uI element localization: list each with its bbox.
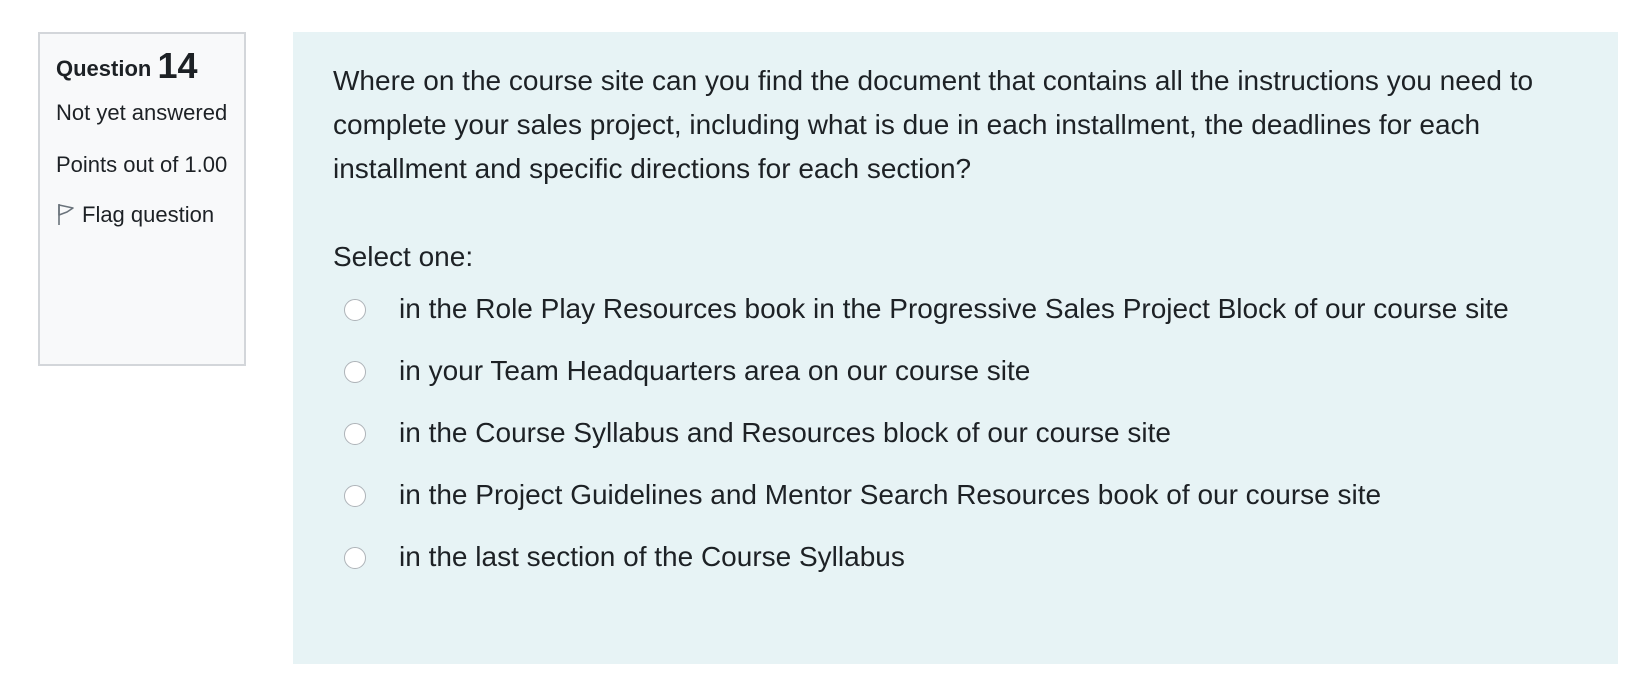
answer-options: in the Role Play Resources book in the P… bbox=[333, 287, 1578, 579]
answer-label[interactable]: in the Course Syllabus and Resources blo… bbox=[391, 411, 1578, 455]
question-number: Question 14 bbox=[56, 44, 228, 91]
radio-button[interactable] bbox=[344, 361, 366, 383]
question-number-value: 14 bbox=[157, 45, 198, 86]
radio-button[interactable] bbox=[344, 423, 366, 445]
answer-option[interactable]: in the Role Play Resources book in the P… bbox=[333, 287, 1578, 331]
question-label: Question bbox=[56, 56, 152, 81]
answer-label[interactable]: in the last section of the Course Syllab… bbox=[391, 535, 1578, 579]
question-content: Where on the course site can you find th… bbox=[293, 32, 1618, 664]
flag-question-label: Flag question bbox=[82, 202, 215, 227]
radio-button[interactable] bbox=[344, 299, 366, 321]
flag-icon bbox=[58, 204, 74, 225]
answer-label[interactable]: in the Role Play Resources book in the P… bbox=[391, 287, 1578, 331]
question-state: Not yet answered bbox=[56, 100, 228, 125]
question-text: Where on the course site can you find th… bbox=[333, 65, 1534, 184]
answer-option[interactable]: in the Course Syllabus and Resources blo… bbox=[333, 411, 1578, 455]
flag-question-button[interactable]: Flag question bbox=[56, 197, 228, 233]
question-info-panel: Question 14 Not yet answered Points out … bbox=[38, 32, 246, 366]
select-one-prompt: Select one: bbox=[333, 241, 474, 272]
answer-option[interactable]: in the last section of the Course Syllab… bbox=[333, 535, 1578, 579]
radio-button[interactable] bbox=[344, 547, 366, 569]
answer-label[interactable]: in the Project Guidelines and Mentor Sea… bbox=[391, 473, 1578, 517]
radio-button[interactable] bbox=[344, 485, 366, 507]
answer-option[interactable]: in your Team Headquarters area on our co… bbox=[333, 349, 1578, 393]
answer-label[interactable]: in your Team Headquarters area on our co… bbox=[391, 349, 1578, 393]
question-grade: Points out of 1.00 bbox=[56, 152, 228, 177]
answer-option[interactable]: in the Project Guidelines and Mentor Sea… bbox=[333, 473, 1578, 517]
